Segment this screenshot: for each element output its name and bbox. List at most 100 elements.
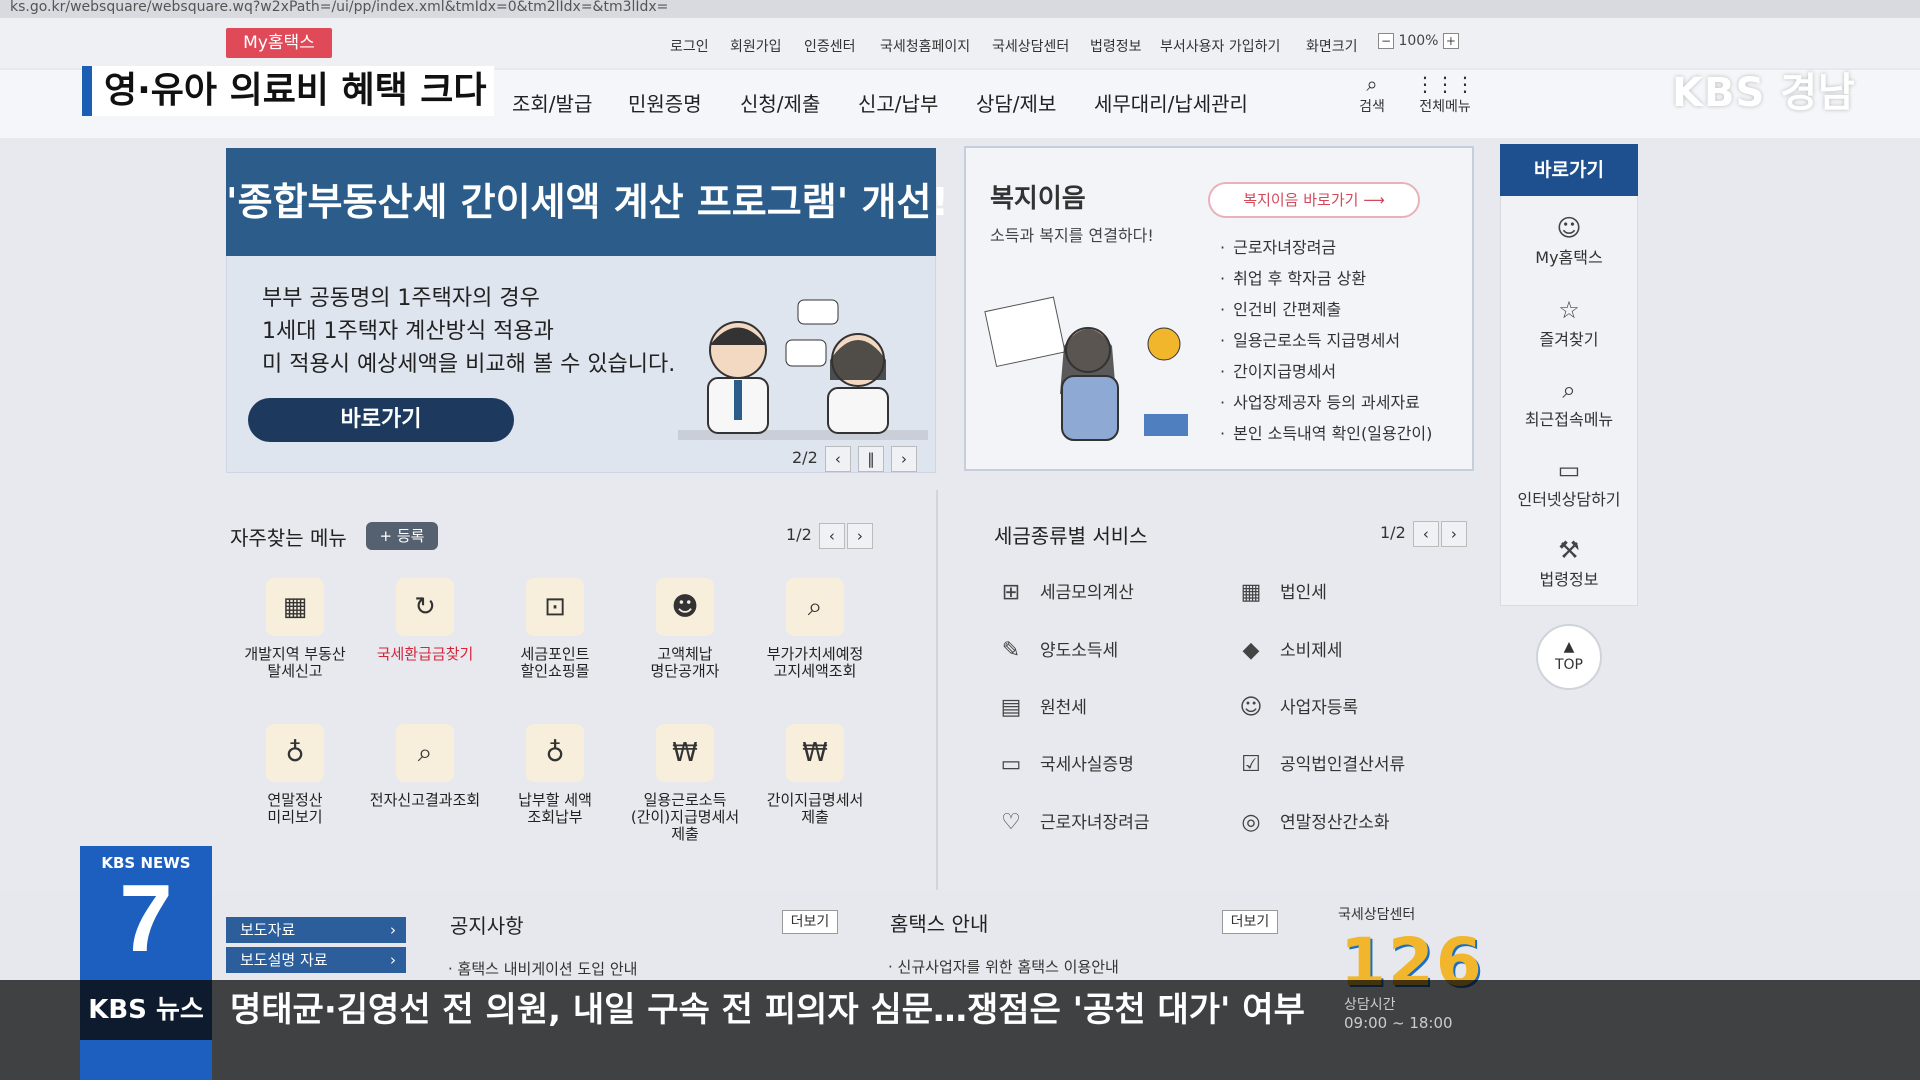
press-explanation-button[interactable]: 보도설명 자료 [226, 947, 406, 973]
guide-item[interactable]: · 신규사업자를 위한 홈택스 이용안내 [888, 956, 1119, 977]
menu-item-vat-notice[interactable]: ⌕ 부가가치세예정 고지세액조회 [756, 578, 874, 680]
menu-item-dev-area-report[interactable]: ▦ 개발지역 부동산 탈세신고 [236, 578, 354, 680]
menu-item-tax-point-mall[interactable]: ⊡ 세금포인트 할인쇼핑몰 [496, 578, 614, 680]
welfare-item[interactable]: 인건비 간편제출 [1220, 294, 1432, 325]
calculator-icon: ⊞ [1001, 580, 1021, 605]
person-icon: ☺ [1556, 214, 1582, 242]
login-link[interactable]: 로그인 [670, 36, 709, 56]
url-bar[interactable]: ks.go.kr/websquare/websquare.wq?w2xPath=… [0, 0, 1920, 18]
menu-item-refund-search[interactable]: ↻ 국세환급금찾기 [366, 578, 484, 663]
welfare-illustration [984, 296, 1188, 441]
tax-prev-button[interactable]: ‹ [1412, 520, 1439, 547]
tax-item-earned-income-credit[interactable]: ♡ 근로자녀장려금 [994, 806, 1149, 840]
quick-label: 최근접속메뉴 [1524, 410, 1614, 429]
top-button[interactable]: ▲ TOP [1536, 624, 1602, 690]
nav-inquiry[interactable]: 조회/발급 [512, 88, 592, 117]
tax-item-year-end-simplified[interactable]: ◎ 연말정산간소화 [1234, 806, 1389, 840]
quick-recent[interactable]: ⌕ 최근접속메뉴 [1500, 376, 1638, 430]
notice-item[interactable]: · 홈택스 내비게이션 도입 안내 [448, 958, 637, 979]
caret-up-icon: ▲ [1563, 639, 1575, 655]
press-release-button[interactable]: 보도자료 [226, 917, 406, 943]
tax-item-withholding[interactable]: ▤ 원천세 [994, 691, 1087, 725]
tax-label: 연말정산간소화 [1280, 813, 1390, 833]
dept-user-signup-link[interactable]: 부서사용자 가입하기 [1160, 36, 1280, 56]
menu-label: 전자신고결과조회 [369, 791, 481, 809]
tax-label: 양도소득세 [1040, 641, 1119, 661]
frequent-prev-button[interactable]: ‹ [818, 522, 845, 549]
quick-mytax[interactable]: ☺ My홈택스 [1500, 214, 1638, 268]
banner-description: 부부 공동명의 1주택자의 경우 1세대 1주택자 계산방식 적용과 미 적용시… [262, 282, 712, 381]
banner-next-button[interactable]: › [891, 445, 918, 472]
menu-item-e-filing-result[interactable]: ⌕ 전자신고결과조회 [366, 724, 484, 809]
nav-consult[interactable]: 상담/제보 [976, 88, 1056, 117]
tax-item-business-registration[interactable]: ☺ 사업자등록 [1234, 691, 1359, 725]
cert-center-link[interactable]: 인증센터 [804, 36, 856, 56]
menu-item-simple-statement[interactable]: ₩ 간이지급명세서 제출 [756, 724, 874, 826]
menu-item-daily-wage-statement[interactable]: ₩ 일용근로소득 (간이)지급명세서 제출 [626, 724, 744, 843]
menu-item-tax-payment[interactable]: ♁ 납부할 세액 조회납부 [496, 724, 614, 826]
tax-next-button[interactable]: › [1440, 520, 1467, 547]
menu-item-delinquent-list[interactable]: ☻ 고액체납 명단공개자 [626, 578, 744, 680]
tax-item-capital-gains[interactable]: ✎ 양도소득세 [994, 634, 1118, 668]
gavel-icon: ⚒ [1558, 536, 1580, 564]
banner-prev-button[interactable]: ‹ [824, 445, 851, 472]
building-icon: ▦ [1240, 580, 1262, 605]
tax-item-public-corp[interactable]: ☑ 공익법인결산서류 [1234, 748, 1405, 782]
consult-icon: ▭ [1557, 456, 1581, 484]
news-headline: 영·유아 의료비 혜택 크다 [82, 66, 494, 116]
register-button[interactable]: + 등록 [366, 522, 438, 550]
welfare-subtitle: 소득과 복지를 연결하다! [990, 226, 1154, 245]
law-info-link[interactable]: 법령정보 [1090, 36, 1142, 56]
mytax-tag[interactable]: My홈택스 [226, 28, 332, 58]
nav-certificate[interactable]: 민원증명 [628, 88, 702, 117]
notice-more-button[interactable]: 더보기 [782, 910, 838, 934]
refund-icon: ↻ [396, 578, 454, 636]
banner-go-button[interactable]: 바로가기 [248, 398, 514, 442]
building-icon: ▦ [266, 578, 324, 636]
welfare-item[interactable]: 본인 소득내역 확인(일용간이) [1220, 418, 1432, 449]
tax-service-title: 세금종류별 서비스 [994, 524, 1148, 548]
welfare-item[interactable]: 간이지급명세서 [1220, 356, 1432, 387]
banner-pause-button[interactable]: ‖ [857, 445, 884, 472]
search-button[interactable]: ⌕ 검색 [1342, 72, 1402, 116]
tax-item-corporate[interactable]: ▦ 법인세 [1234, 576, 1327, 610]
zoom-in-button[interactable]: + [1442, 33, 1459, 49]
menu-item-year-end-preview[interactable]: ♁ 연말정산 미리보기 [236, 724, 354, 826]
welfare-item[interactable]: 근로자녀장려금 [1220, 232, 1432, 263]
nav-tax-agent[interactable]: 세무대리/납세관리 [1094, 88, 1248, 117]
welfare-item[interactable]: 사업장제공자 등의 과세자료 [1220, 387, 1432, 418]
quick-favorites[interactable]: ☆ 즐겨찾기 [1500, 296, 1638, 350]
notice-title: 공지사항 [450, 914, 524, 938]
signup-link[interactable]: 회원가입 [730, 36, 782, 56]
nav-apply[interactable]: 신청/제출 [740, 88, 820, 117]
guide-more-button[interactable]: 더보기 [1222, 910, 1278, 934]
coin-hand-icon: ₩ [786, 724, 844, 782]
frequent-next-button[interactable]: › [846, 522, 873, 549]
tax-item-simulation[interactable]: ⊞ 세금모의계산 [994, 576, 1134, 610]
tax-item-tax-certificate[interactable]: ▭ 국세사실증명 [994, 748, 1134, 782]
menu-label: 세금포인트 할인쇼핑몰 [520, 645, 590, 680]
tax-label: 소비제세 [1280, 641, 1343, 661]
nav-report-pay[interactable]: 신고/납부 [858, 88, 938, 117]
tax-item-excise[interactable]: ◆ 소비제세 [1234, 634, 1343, 668]
shopping-bag-icon: ⊡ [526, 578, 584, 636]
tax-label: 공익법인결산서류 [1280, 755, 1406, 775]
banner-desc-line: 1세대 1주택자 계산방식 적용과 [262, 319, 554, 344]
nts-homepage-link[interactable]: 국세청홈페이지 [880, 36, 970, 56]
consult-center-link[interactable]: 국세상담센터 [992, 36, 1069, 56]
tax-page-indicator: 1/2 [1380, 523, 1406, 542]
ticker-brand: KBS 뉴스 [80, 980, 212, 1040]
quick-consult[interactable]: ▭ 인터넷상담하기 [1500, 456, 1638, 510]
callcenter-title: 국세상담센터 [1338, 907, 1416, 923]
star-icon: ☆ [1558, 296, 1580, 324]
welfare-item[interactable]: 취업 후 학자금 상환 [1220, 263, 1432, 294]
welfare-item[interactable]: 일용근로소득 지급명세서 [1220, 325, 1432, 356]
zoom-out-button[interactable]: − [1378, 33, 1394, 49]
screen-size-label: 화면크기 [1306, 39, 1358, 55]
welfare-go-button[interactable]: 복지이음 바로가기 ⟶ [1208, 182, 1420, 218]
all-menu-button[interactable]: ⋮⋮⋮ 전체메뉴 [1412, 72, 1478, 116]
menu-label: 납부할 세액 조회납부 [518, 791, 592, 826]
banner-desc-line: 미 적용시 예상세액을 비교해 볼 수 있습니다. [262, 352, 676, 377]
news-badge: KBS NEWS 7 [80, 846, 212, 1080]
quick-law[interactable]: ⚒ 법령정보 [1500, 536, 1638, 590]
